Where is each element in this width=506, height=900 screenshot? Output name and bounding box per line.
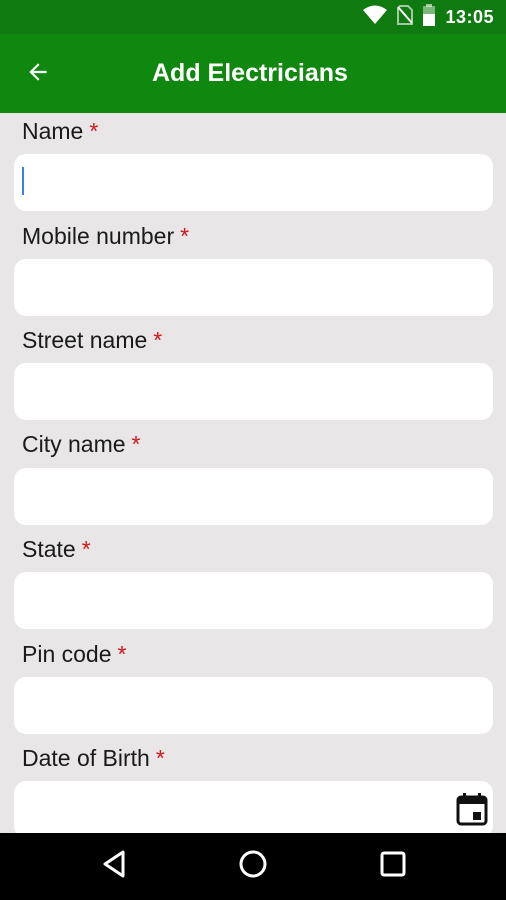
home-circle-icon bbox=[238, 849, 268, 884]
street-name-label: Street name * bbox=[22, 327, 163, 353]
required-marker: * bbox=[117, 641, 127, 667]
add-electrician-form: Name * Mobile number * Street name * City n… bbox=[0, 113, 506, 833]
wifi-icon bbox=[363, 5, 388, 30]
status-bar: 13:05 bbox=[0, 0, 506, 34]
battery-icon bbox=[423, 3, 436, 31]
city-name-label: City name * bbox=[22, 431, 141, 457]
text-cursor bbox=[22, 167, 24, 195]
pin-code-field[interactable] bbox=[14, 677, 493, 734]
required-marker: * bbox=[89, 118, 99, 144]
calendar-button[interactable] bbox=[454, 792, 490, 831]
mobile-number-field[interactable] bbox=[14, 259, 493, 316]
arrow-left-icon bbox=[25, 59, 51, 90]
city-name-field[interactable] bbox=[14, 468, 493, 525]
nav-home-button[interactable] bbox=[223, 833, 283, 900]
calendar-icon bbox=[456, 792, 488, 831]
date-of-birth-label: Date of Birth * bbox=[22, 745, 165, 771]
page-title: Add Electricians bbox=[152, 59, 348, 87]
recents-square-icon bbox=[380, 851, 406, 882]
state-label: State * bbox=[22, 536, 91, 562]
status-icons: 13:05 bbox=[363, 0, 494, 34]
required-marker: * bbox=[155, 745, 165, 771]
required-marker: * bbox=[81, 536, 91, 562]
back-triangle-icon bbox=[101, 850, 127, 883]
required-marker: * bbox=[131, 431, 141, 457]
no-sim-icon bbox=[397, 4, 414, 30]
name-label: Name * bbox=[22, 118, 99, 144]
required-marker: * bbox=[153, 327, 163, 353]
status-time: 13:05 bbox=[445, 6, 494, 27]
date-of-birth-field[interactable] bbox=[14, 781, 493, 833]
pin-code-label: Pin code * bbox=[22, 641, 127, 667]
required-marker: * bbox=[180, 223, 190, 249]
street-name-field[interactable] bbox=[14, 363, 493, 420]
mobile-number-label: Mobile number * bbox=[22, 223, 190, 249]
name-field[interactable] bbox=[14, 154, 493, 211]
system-nav-bar bbox=[0, 833, 506, 900]
nav-back-button[interactable] bbox=[84, 833, 144, 900]
back-button[interactable] bbox=[18, 54, 58, 94]
state-field[interactable] bbox=[14, 572, 493, 629]
nav-recents-button[interactable] bbox=[363, 833, 423, 900]
app-bar: Add Electricians bbox=[0, 34, 506, 113]
